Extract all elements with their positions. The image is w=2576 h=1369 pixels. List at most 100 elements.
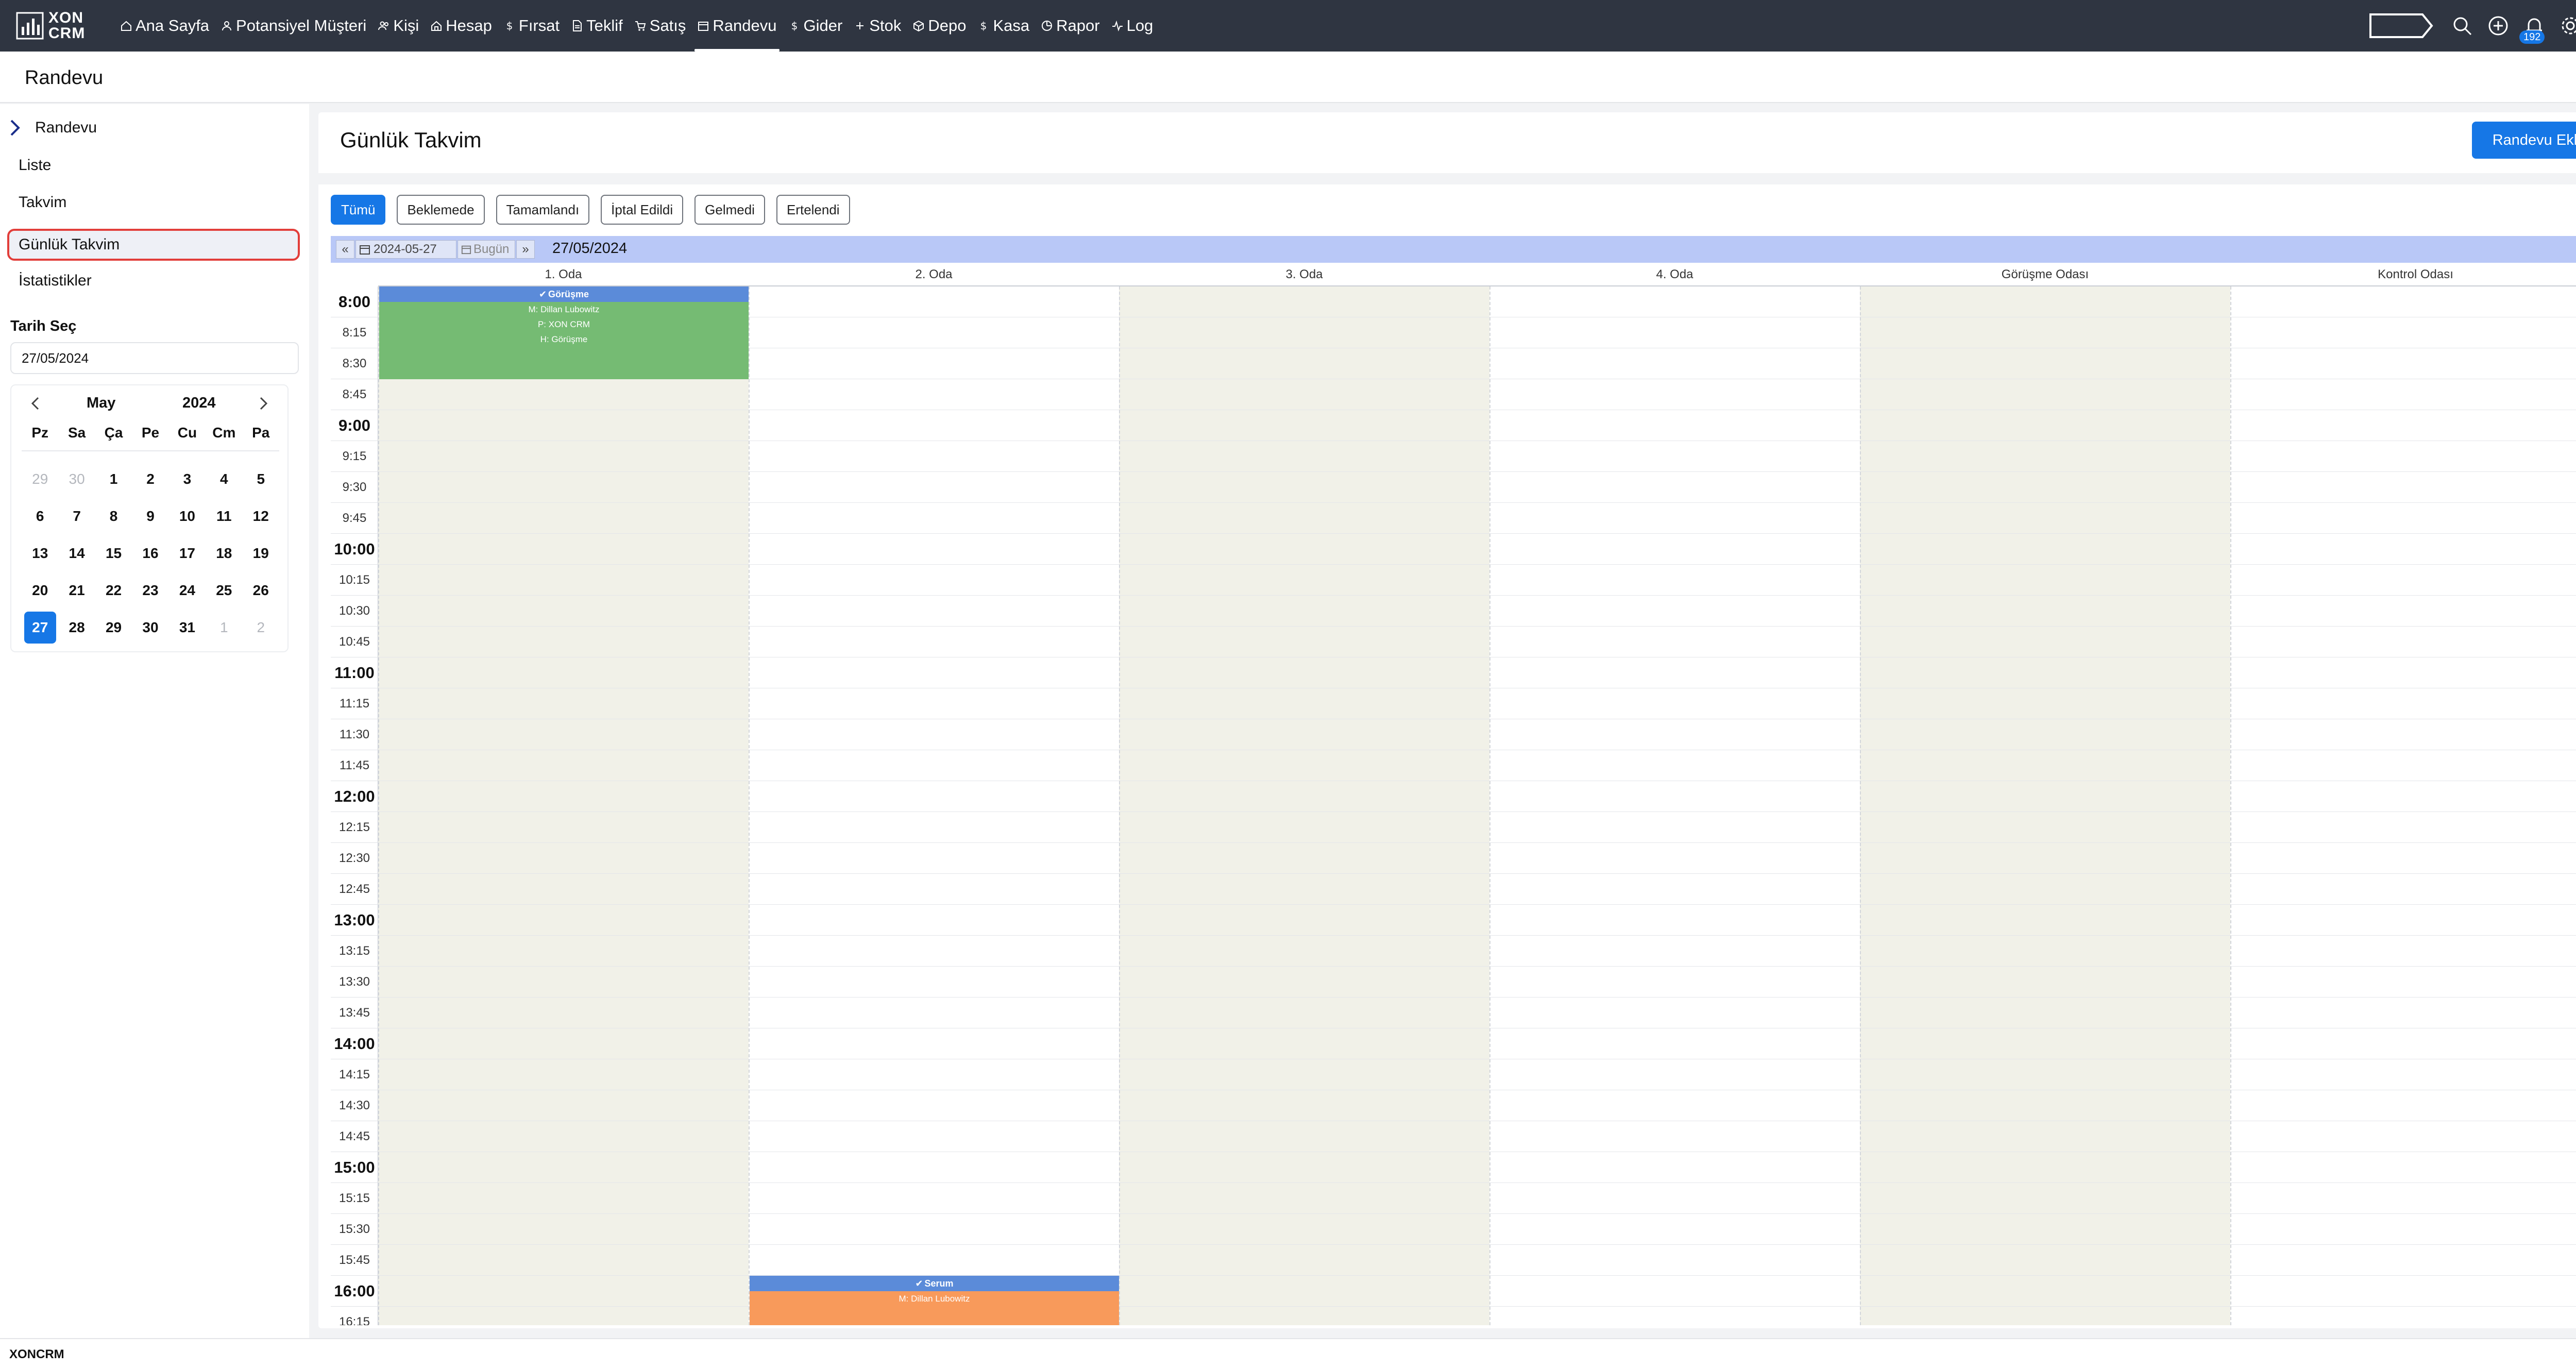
chevron-right-icon — [10, 120, 20, 136]
calendar-day[interactable]: 5 — [243, 463, 279, 495]
calendar-day[interactable]: 4 — [206, 463, 242, 495]
sidebar-item-1[interactable]: Takvim — [7, 187, 300, 218]
calendar-day[interactable]: 8 — [95, 500, 132, 532]
time-slot-label: 16:00 — [331, 1276, 378, 1307]
calendar-day[interactable]: 7 — [58, 500, 95, 532]
calendar-day[interactable]: 9 — [132, 500, 168, 532]
add-circle-icon[interactable] — [2487, 15, 2509, 37]
nav-item-1[interactable]: Potansiyel Müşteri — [215, 0, 372, 52]
filter-button-0[interactable]: Tümü — [331, 195, 386, 225]
weekday-label: Cu — [177, 425, 197, 441]
calendar-day[interactable]: 16 — [132, 537, 168, 569]
time-slot-label: 9:00 — [331, 410, 378, 441]
time-column: 8:00 8:15 8:30 8:45 9:00 9:15 9:30 9:45 10:00 10:… — [331, 286, 378, 1325]
calendar-day[interactable]: 30 — [58, 463, 95, 495]
time-slot-label: 13:45 — [331, 998, 378, 1028]
sidebar-item-3[interactable]: İstatistikler — [7, 265, 300, 297]
calendar-day[interactable]: 1 — [206, 612, 242, 644]
room-column[interactable] — [2230, 286, 2576, 1325]
today-button[interactable]: Bugün — [457, 240, 515, 259]
room-column[interactable] — [1860, 286, 2230, 1325]
nav-item-9[interactable]: Stok — [848, 0, 907, 52]
filter-button-4[interactable]: Gelmedi — [694, 195, 765, 225]
nav-item-label: Log — [1126, 16, 1154, 35]
appointment-event[interactable]: ✔ Görüşme M: Dillan Lubowitz P: XON CRM H: G… — [379, 286, 749, 379]
prev-day-button[interactable]: « — [336, 240, 354, 259]
filter-button-1[interactable]: Beklemede — [397, 195, 485, 225]
calendar-day[interactable]: 11 — [206, 500, 242, 532]
nav-item-8[interactable]: $ Gider — [783, 0, 849, 52]
room-column[interactable] — [378, 286, 749, 1325]
nav-item-6[interactable]: Satış — [629, 0, 692, 52]
tag-outline-icon[interactable] — [2369, 13, 2434, 39]
search-icon[interactable] — [2451, 15, 2473, 37]
nav-item-7[interactable]: Randevu — [691, 0, 782, 52]
calendar-day[interactable]: 19 — [243, 537, 279, 569]
calendar-day[interactable]: 26 — [243, 574, 279, 606]
calendar-day[interactable]: 15 — [95, 537, 132, 569]
nav-item-10[interactable]: Depo — [907, 0, 972, 52]
calendar-day[interactable]: 12 — [243, 500, 279, 532]
nav-item-5[interactable]: Teklif — [565, 0, 629, 52]
room-column[interactable] — [749, 286, 1119, 1325]
nav-item-13[interactable]: Log — [1106, 0, 1159, 52]
calendar-day[interactable]: 3 — [169, 463, 206, 495]
app-logo[interactable]: XON CRM — [15, 8, 85, 43]
calendar-week: 29 30 1 2 3 4 5 — [22, 461, 279, 498]
svg-text:$: $ — [506, 20, 513, 32]
filter-button-2[interactable]: Tamamlandı — [496, 195, 590, 225]
nav-item-11[interactable]: $ Kasa — [972, 0, 1035, 52]
room-column[interactable] — [1119, 286, 1489, 1325]
nav-item-3[interactable]: Hesap — [425, 0, 498, 52]
calendar-day[interactable]: 10 — [169, 500, 206, 532]
footer: XONCRM — [0, 1338, 2576, 1369]
appointment-detail: M: Dillan Lubowitz — [528, 305, 600, 314]
sidebar-item-0[interactable]: Liste — [7, 149, 300, 181]
calendar-day[interactable]: 13 — [22, 537, 58, 569]
calendar-day[interactable]: 24 — [169, 574, 206, 606]
date-input[interactable]: 27/05/2024 — [10, 342, 299, 374]
gear-icon[interactable] — [2560, 15, 2576, 37]
filter-button-3[interactable]: İptal Edildi — [601, 195, 684, 225]
nav-item-0[interactable]: Ana Sayfa — [114, 0, 215, 52]
check-icon: ✔ — [915, 1278, 923, 1289]
calendar-day[interactable]: 2 — [132, 463, 168, 495]
calendar-day[interactable]: 2 — [243, 612, 279, 644]
calendar-day[interactable]: 28 — [58, 612, 95, 644]
calendar-day[interactable]: 30 — [132, 612, 168, 644]
slot-line — [378, 564, 2576, 565]
calendar-day[interactable]: 29 — [95, 612, 132, 644]
filter-button-5[interactable]: Ertelendi — [776, 195, 850, 225]
appointment-event[interactable]: ✔ Serum M: Dillan Lubowitz — [750, 1276, 1119, 1325]
mini-calendar-year[interactable]: 2024 — [182, 395, 216, 412]
calendar-day[interactable]: 17 — [169, 537, 206, 569]
nav-item-2[interactable]: Kişi — [372, 0, 425, 52]
calendar-day[interactable]: 18 — [206, 537, 242, 569]
nav-item-12[interactable]: Rapor — [1035, 0, 1105, 52]
notification-bell[interactable]: 192 — [2519, 15, 2545, 44]
mini-calendar-month[interactable]: May — [87, 395, 115, 412]
calendar-day[interactable]: 6 — [22, 500, 58, 532]
calendar-day[interactable]: 1 — [95, 463, 132, 495]
calendar-day[interactable]: 29 — [22, 463, 58, 495]
sidebar-item-2[interactable]: Günlük Takvim — [7, 229, 300, 261]
chevron-left-icon[interactable] — [27, 395, 44, 412]
appointment-detail: M: Dillan Lubowitz — [899, 1294, 970, 1304]
chevron-right-icon[interactable] — [255, 395, 272, 412]
nav-item-label: Kişi — [393, 16, 419, 35]
add-appointment-button[interactable]: Randevu Ekle — [2472, 122, 2576, 159]
calendar-day[interactable]: 14 — [58, 537, 95, 569]
date-picker-button[interactable]: 2024-05-27 — [355, 240, 456, 259]
calendar-day[interactable]: 21 — [58, 574, 95, 606]
nav-item-4[interactable]: $ Fırsat — [498, 0, 565, 52]
calendar-day[interactable]: 20 — [22, 574, 58, 606]
calendar-day[interactable]: 25 — [206, 574, 242, 606]
calendar-day-selected[interactable]: 27 — [22, 612, 58, 644]
room-column[interactable] — [1489, 286, 1860, 1325]
calendar-day-number: 15 — [105, 545, 122, 561]
next-day-button[interactable]: » — [516, 240, 535, 259]
calendar-day[interactable]: 23 — [132, 574, 168, 606]
sidebar-header[interactable]: Randevu — [9, 115, 97, 140]
calendar-day[interactable]: 22 — [95, 574, 132, 606]
calendar-day[interactable]: 31 — [169, 612, 206, 644]
